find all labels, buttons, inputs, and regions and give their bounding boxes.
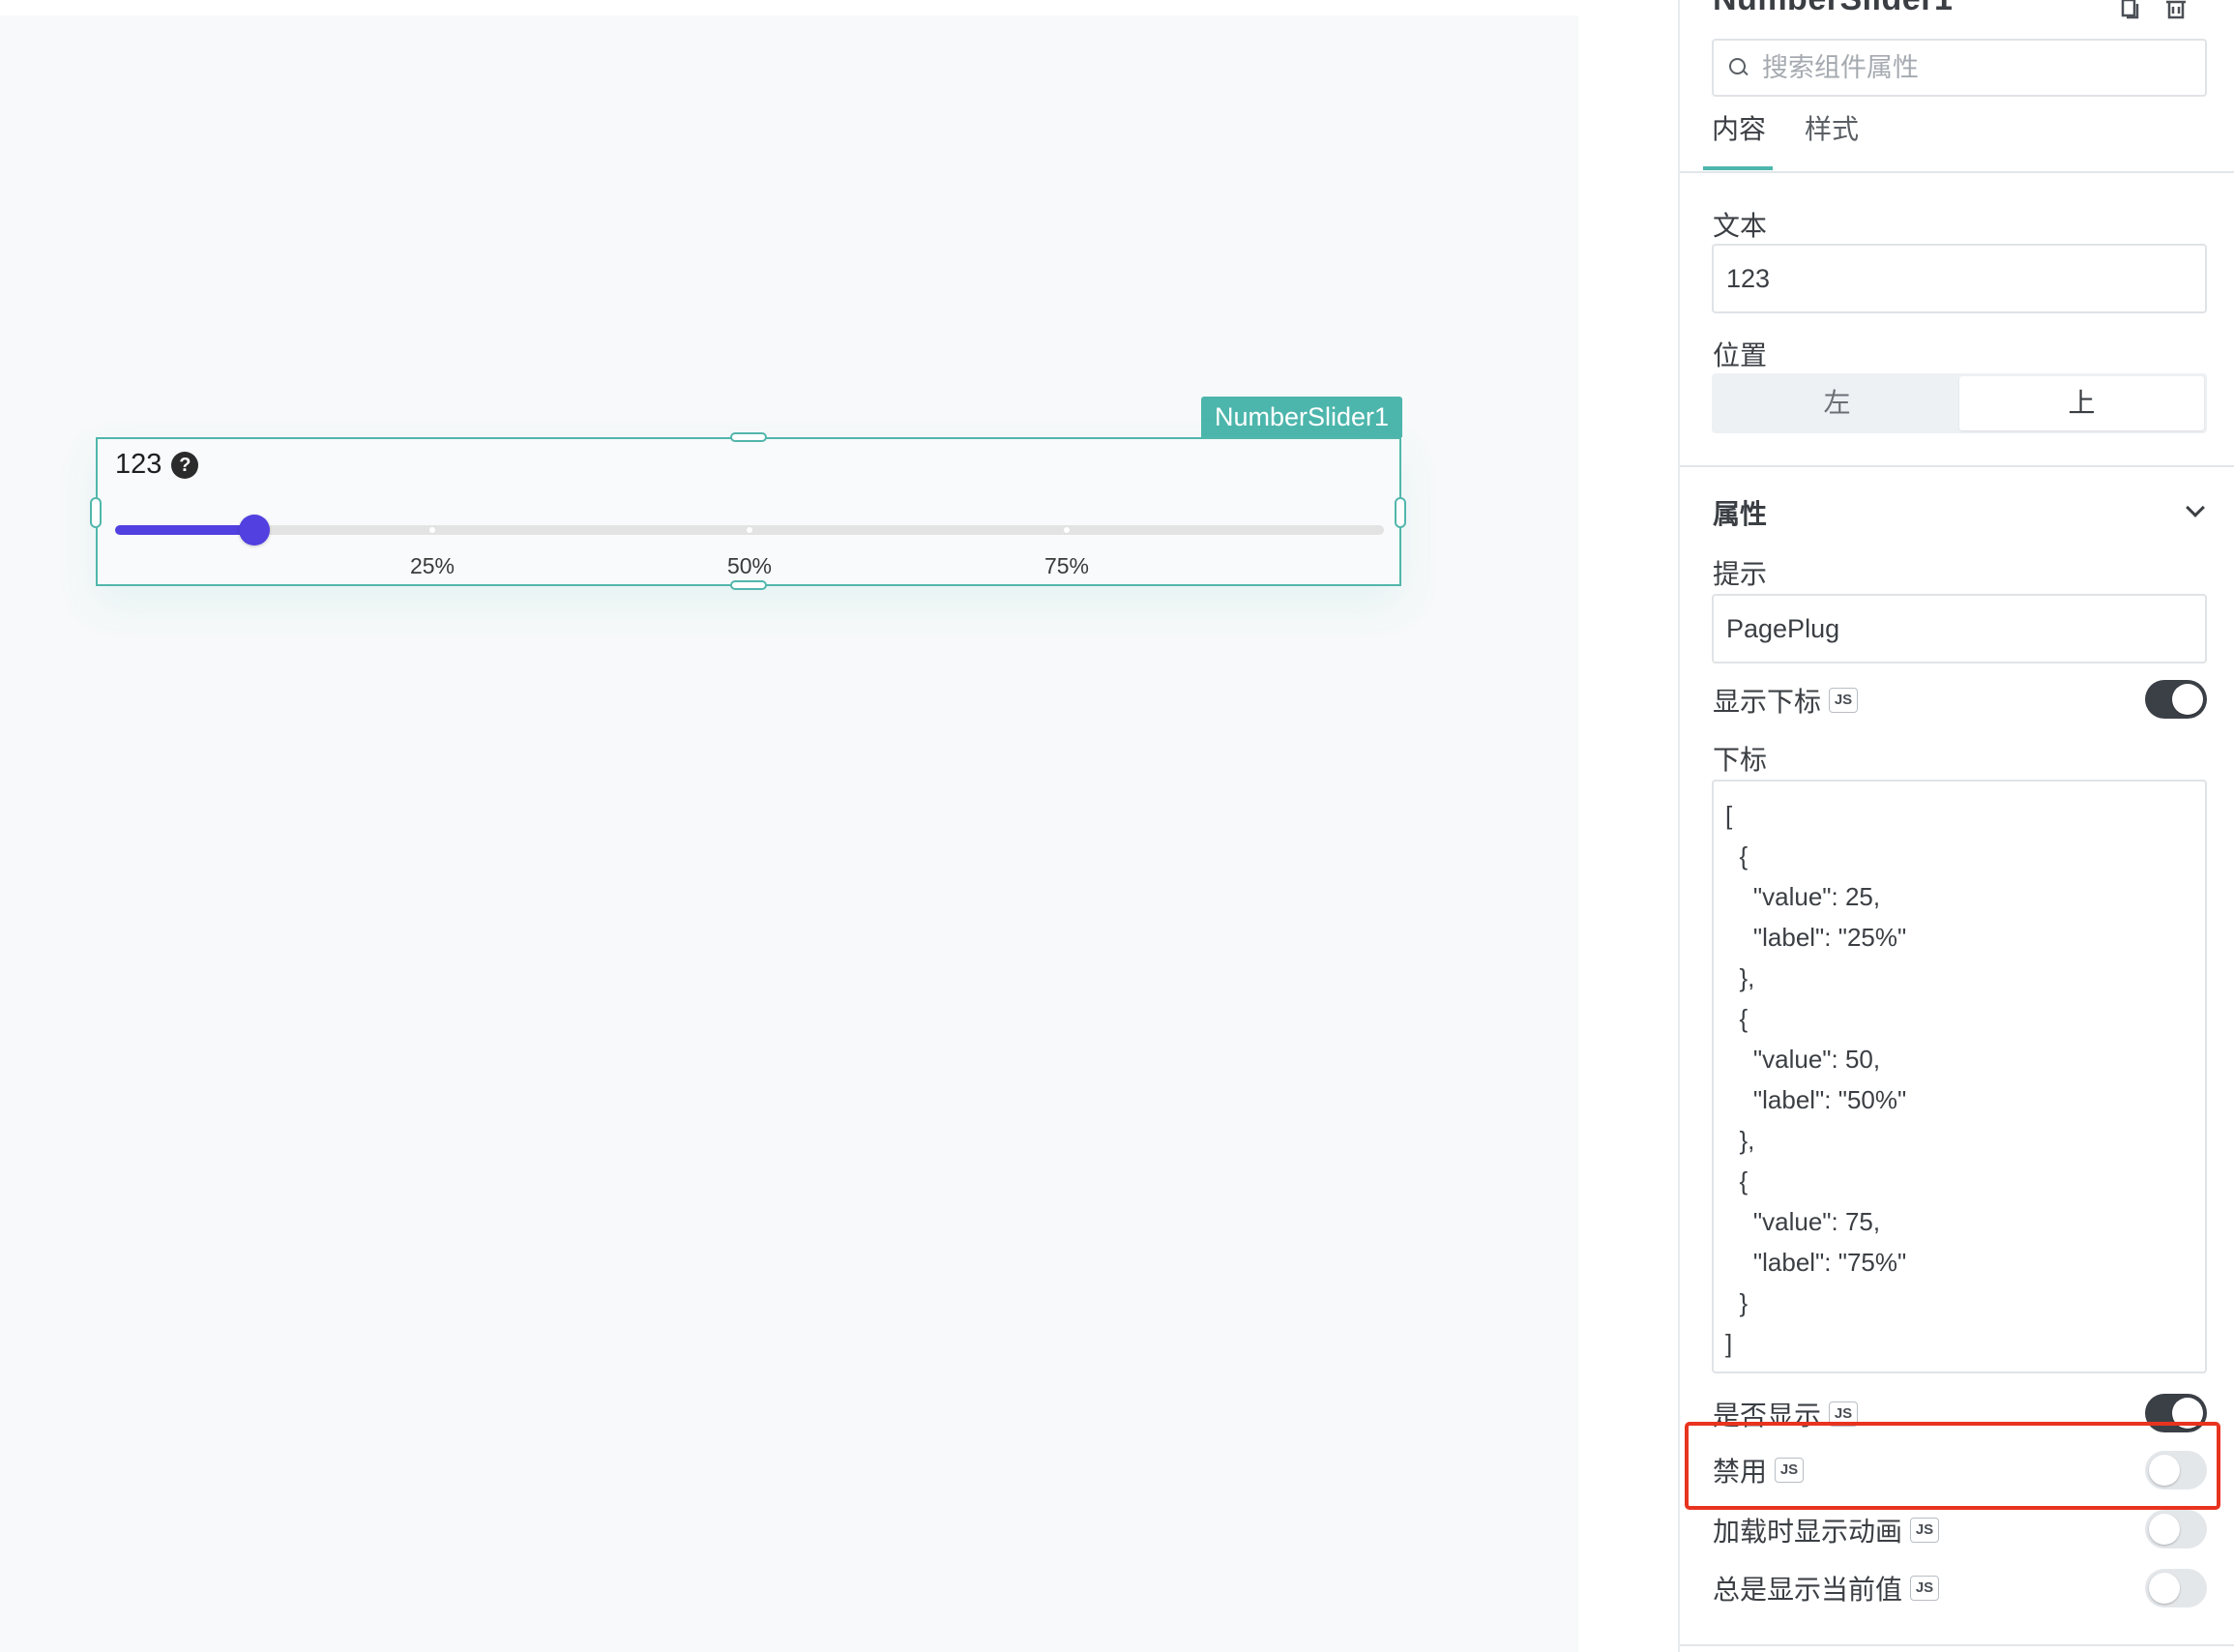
slider-thumb[interactable] [239, 515, 271, 546]
tooltip-field-label: 提示 [1713, 559, 1768, 589]
tabs-divider [1680, 171, 2234, 173]
copy-icon[interactable] [2119, 0, 2144, 19]
search-input[interactable] [1762, 52, 2188, 83]
canvas-gutter [1578, 0, 1678, 1652]
pane-title[interactable]: NumberSlider1 [1713, 0, 1953, 18]
text-field-label: 文本 [1713, 211, 1768, 241]
position-left-option[interactable]: 左 [1715, 376, 1959, 430]
slider-mark-label: 50% [726, 553, 773, 578]
always-value-label: 总是显示当前值 JS [1713, 1569, 1940, 1608]
js-badge[interactable]: JS [1910, 1576, 1940, 1601]
trash-icon[interactable] [2163, 0, 2189, 19]
section-title-properties[interactable]: 属性 [1713, 493, 1767, 532]
tab-content[interactable]: 内容 [1712, 108, 1766, 159]
slider-track-fill [115, 525, 255, 535]
resize-handle-right[interactable] [1395, 497, 1406, 528]
search-icon [1729, 58, 1749, 77]
pane-tabs: 内容 样式 [1712, 108, 1859, 159]
slider-mark-label: 25% [409, 553, 456, 578]
tab-style[interactable]: 样式 [1805, 108, 1859, 159]
animate-toggle[interactable] [2145, 1510, 2207, 1549]
property-pane: NumberSlider1 内容 样式 文本 123 位置 左 上 属性 提示 … [1678, 0, 2234, 1652]
resize-handle-bottom[interactable] [730, 580, 767, 590]
editor-canvas[interactable] [0, 15, 1578, 1652]
js-badge[interactable]: JS [1910, 1518, 1940, 1543]
js-badge[interactable]: JS [1829, 688, 1859, 713]
label-text-input[interactable]: 123 [1712, 244, 2207, 313]
marks-field-label: 下标 [1713, 745, 1768, 775]
show-marks-label: 显示下标 JS [1713, 681, 1859, 720]
position-field-label: 位置 [1713, 340, 1768, 370]
number-slider-widget[interactable]: 123 ? 25% 50% 75% [96, 437, 1401, 586]
position-top-option[interactable]: 上 [1959, 376, 2204, 430]
property-search[interactable] [1712, 39, 2207, 97]
help-icon[interactable]: ? [171, 451, 199, 479]
slider-track[interactable] [115, 515, 1384, 546]
marks-json-editor[interactable]: [ { "value": 25, "label": "25%" }, { "va… [1712, 780, 2207, 1373]
section-divider [1680, 1644, 2234, 1646]
animate-label-text: 加载时显示动画 [1713, 1517, 1903, 1547]
slider-tick-75 [1064, 527, 1070, 533]
resize-handle-top[interactable] [730, 432, 767, 442]
slider-tick-25 [429, 527, 435, 533]
position-segmented-control: 左 上 [1712, 373, 2207, 433]
slider-mark-label: 75% [1044, 553, 1090, 578]
chevron-down-icon[interactable] [2186, 498, 2205, 517]
slider-label: 123 ? [115, 449, 199, 481]
show-marks-label-text: 显示下标 [1713, 687, 1822, 717]
section-divider [1680, 465, 2234, 467]
tooltip-input[interactable]: PagePlug [1712, 594, 2207, 664]
annotation-highlight-box [1685, 1422, 2220, 1510]
always-value-label-text: 总是显示当前值 [1713, 1575, 1903, 1605]
show-marks-toggle[interactable] [2145, 680, 2207, 719]
active-tab-indicator [1703, 166, 1773, 170]
slider-tick-50 [747, 527, 752, 533]
animate-label: 加载时显示动画 JS [1713, 1511, 1940, 1549]
always-value-toggle[interactable] [2145, 1569, 2207, 1608]
slider-label-text: 123 [115, 449, 162, 480]
widget-name-tag[interactable]: NumberSlider1 [1201, 397, 1402, 437]
resize-handle-left[interactable] [90, 497, 102, 528]
